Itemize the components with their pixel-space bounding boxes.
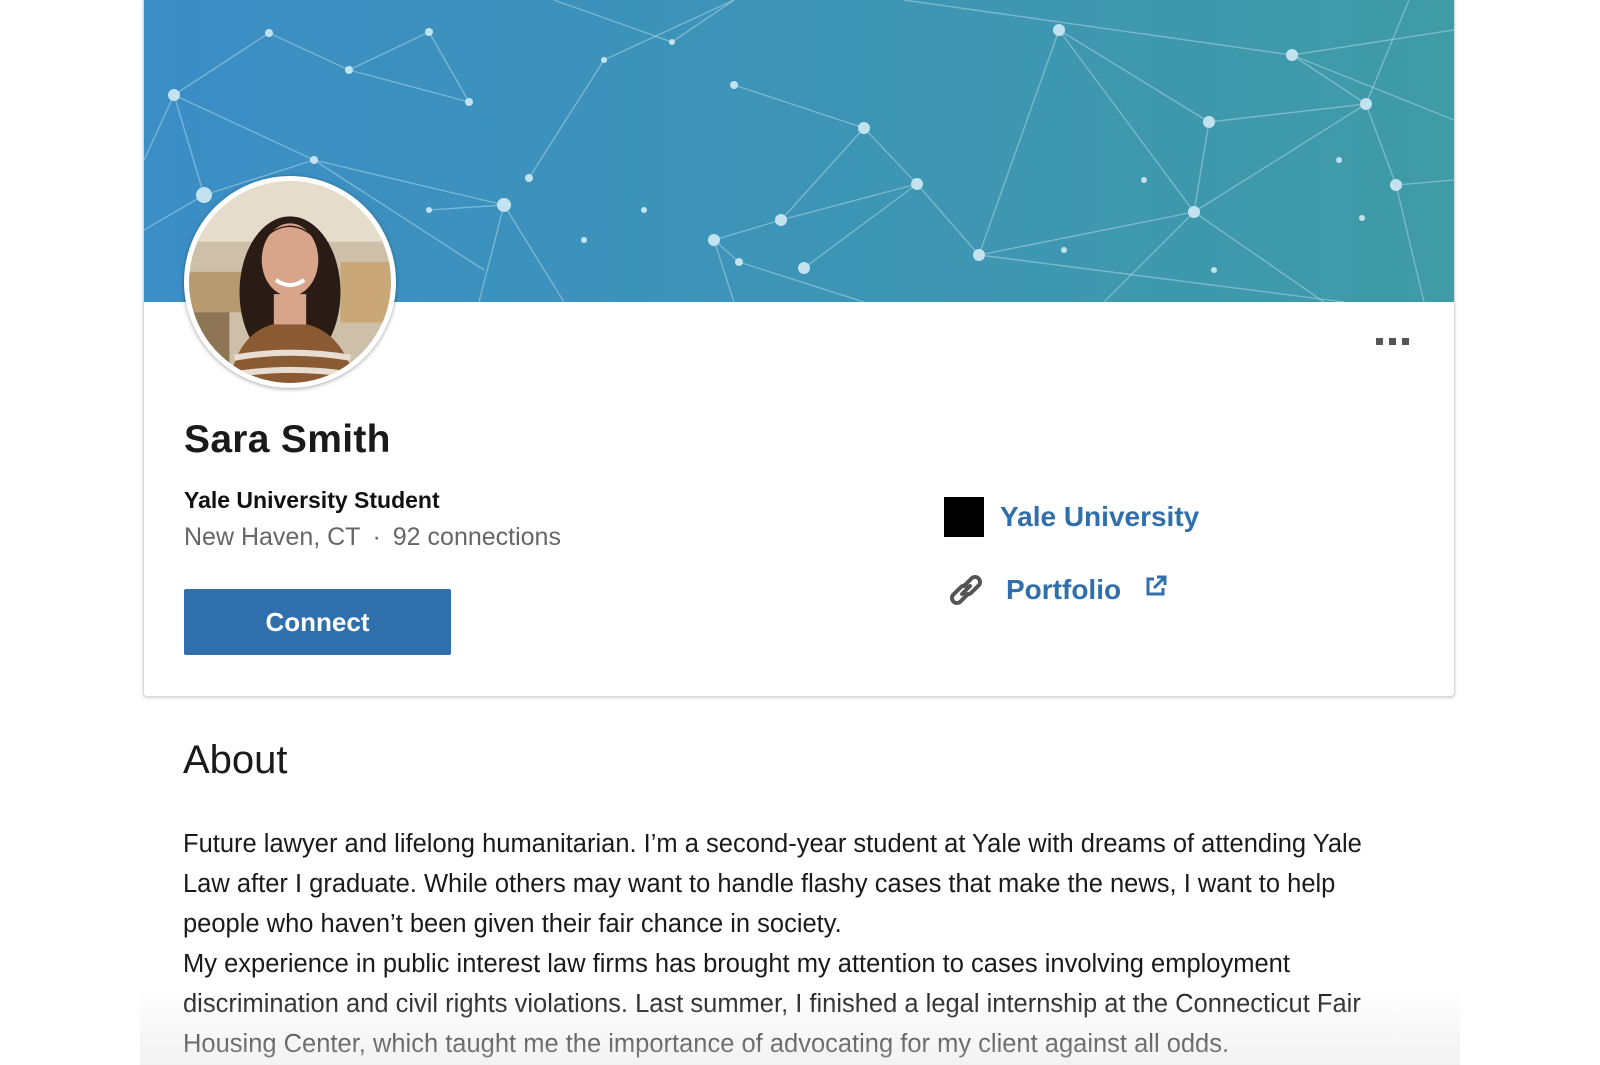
portfolio-label: Portfolio (1006, 574, 1122, 605)
profile-location: New Haven, CT (184, 523, 361, 551)
connect-button[interactable]: Connect (184, 589, 451, 655)
external-link-icon (1146, 575, 1167, 596)
about-paragraph: Future lawyer and lifelong humanitarian.… (183, 830, 1362, 938)
more-options-button[interactable] (1376, 333, 1416, 349)
school-label: Yale University (1000, 501, 1200, 532)
profile-headline: Yale University Student (184, 487, 440, 513)
more-horizontal-icon (1376, 337, 1383, 345)
about-text: Future lawyer and lifelong humanitarian.… (183, 824, 1383, 1064)
profile-name: Sara Smith (184, 418, 391, 461)
link-icon (950, 575, 982, 605)
meta-separator: · (372, 523, 381, 551)
about-paragraph: My experience in public interest law fir… (183, 950, 1361, 1058)
profile-avatar[interactable] (184, 176, 396, 388)
more-horizontal-icon-dot (1389, 337, 1396, 345)
school-link[interactable]: Yale University (944, 497, 1199, 537)
portfolio-link[interactable]: Portfolio (944, 568, 1167, 612)
profile-card: Sara Smith Yale University Student New H… (143, 0, 1455, 697)
about-heading: About (183, 738, 288, 782)
profile-photo (189, 181, 391, 383)
school-logo-icon (944, 497, 984, 537)
profile-connections[interactable]: 92 connections (393, 523, 561, 552)
more-horizontal-icon-dot (1402, 337, 1409, 345)
profile-meta: New Haven, CT · 92 connections (184, 523, 561, 552)
